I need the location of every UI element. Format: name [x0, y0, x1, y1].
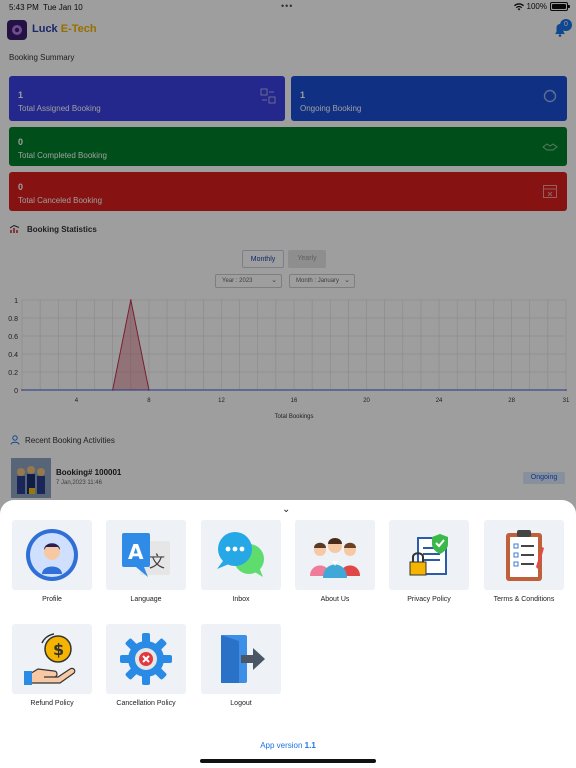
menu-item-label: About Us: [320, 596, 350, 603]
about-us-icon: [310, 538, 360, 578]
menu-item-box: [106, 624, 186, 694]
svg-text:文: 文: [149, 552, 165, 571]
logout-icon: [221, 635, 265, 683]
svg-text:$: $: [53, 640, 64, 659]
menu-item-box: 文A: [106, 520, 186, 590]
privacy-policy-icon: [409, 534, 448, 576]
menu-item-box: $: [12, 624, 92, 694]
menu-item-profile[interactable]: Profile: [12, 520, 92, 603]
menu-item-about-us[interactable]: About Us: [295, 520, 375, 603]
menu-item-box: [295, 520, 375, 590]
home-indicator[interactable]: [200, 759, 376, 763]
menu-item-label: Refund Policy: [30, 700, 74, 707]
app-version-label: App version: [260, 741, 303, 750]
menu-item-logout[interactable]: Logout: [201, 624, 281, 707]
profile-icon: [26, 529, 78, 581]
menu-item-privacy-policy[interactable]: Privacy Policy: [389, 520, 469, 603]
menu-item-label: Language: [130, 596, 162, 603]
menu-item-cancellation-policy[interactable]: Cancellation Policy: [106, 624, 186, 707]
menu-item-box: [389, 520, 469, 590]
cancellation-policy-icon: [120, 633, 172, 685]
menu-item-label: Cancellation Policy: [116, 700, 176, 707]
menu-item-label: Privacy Policy: [407, 596, 451, 603]
inbox-icon: [217, 532, 264, 577]
language-icon: 文A: [122, 533, 170, 577]
terms-icon: [506, 530, 544, 581]
menu-item-box: [484, 520, 564, 590]
menu-item-terms[interactable]: Terms & Conditions: [484, 520, 564, 603]
menu-item-inbox[interactable]: Inbox: [201, 520, 281, 603]
menu-item-label: Profile: [42, 596, 62, 603]
menu-item-label: Terms & Conditions: [493, 596, 555, 603]
svg-text:A: A: [128, 540, 144, 564]
menu-item-refund-policy[interactable]: $ Refund Policy: [12, 624, 92, 707]
collapse-chevron-icon[interactable]: ⌄: [282, 504, 290, 515]
menu-item-box: [201, 520, 281, 590]
app-version: App version 1.1: [0, 741, 576, 750]
menu-item-language[interactable]: 文A Language: [106, 520, 186, 603]
menu-item-box: [12, 520, 92, 590]
menu-item-label: Inbox: [232, 596, 250, 603]
refund-policy-icon: $: [24, 633, 76, 685]
menu-item-label: Logout: [230, 700, 252, 707]
menu-item-box: [201, 624, 281, 694]
app-version-number: 1.1: [304, 741, 316, 750]
